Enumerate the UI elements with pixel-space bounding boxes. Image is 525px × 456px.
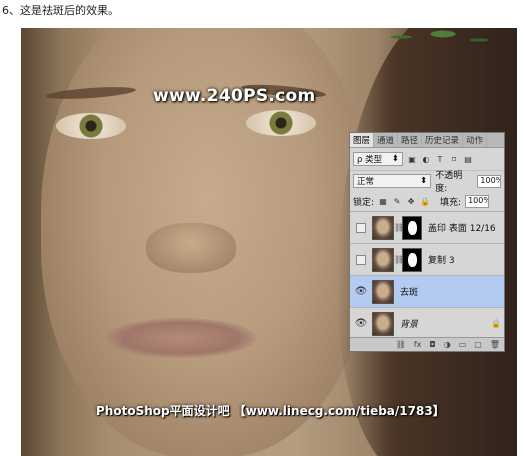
layer-list: ⛓ 盖印 表面 12/16 ⛓ 复制 3 👁 去斑 👁 背景 🔒 (350, 212, 504, 340)
step-caption: 6、这是祛斑后的效果。 (2, 4, 119, 17)
visibility-off-box (356, 254, 366, 265)
link-icon[interactable]: ⛓ (396, 340, 406, 349)
visibility-toggle[interactable] (350, 222, 372, 233)
filter-kind-select[interactable]: ρ 类型 ⬍ (353, 152, 403, 166)
layer-thumbnail (372, 215, 394, 240)
right-eye (246, 110, 316, 136)
eye-icon: 👁 (354, 286, 368, 297)
blend-mode-select[interactable]: 正常 ⬍ (353, 174, 432, 188)
lock-pixels-icon[interactable]: ✎ (392, 196, 402, 206)
mask-link-icon[interactable]: ⛓ (394, 255, 404, 264)
tab-actions[interactable]: 动作 (463, 133, 488, 147)
visibility-off-box (356, 222, 366, 233)
delete-icon[interactable]: 🗑 (490, 340, 500, 349)
new-layer-icon[interactable]: ▢ (474, 340, 482, 349)
tab-channels[interactable]: 通道 (374, 133, 399, 147)
layer-name: 去斑 (400, 288, 419, 298)
panel-tabs: 图层 通道 路径 历史记录 动作 (350, 133, 504, 148)
nose (146, 223, 236, 273)
new-group-icon[interactable]: ▭ (459, 340, 467, 349)
layer-name: 复制 3 (428, 256, 455, 266)
dropdown-arrow-icon: ⬍ (391, 154, 399, 164)
layer-row-stamp[interactable]: ⛓ 盖印 表面 12/16 (350, 212, 504, 244)
opacity-input[interactable]: 100% (477, 174, 501, 188)
adjustment-layer-icon[interactable]: ◑ (444, 340, 451, 349)
layer-thumbnail (372, 279, 394, 304)
flower-crown (377, 28, 497, 52)
fill-label: 填充: (440, 197, 462, 208)
layer-row-despeckle[interactable]: 👁 去斑 (350, 276, 504, 308)
dropdown-arrow-icon: ⬍ (420, 176, 428, 186)
layer-thumbnail (372, 311, 394, 336)
fx-icon[interactable]: fx (414, 340, 422, 349)
layer-name: 背景 (400, 320, 419, 330)
blend-row: 正常 ⬍ 不透明度: 100% (350, 171, 504, 194)
visibility-toggle[interactable] (350, 254, 372, 265)
layers-panel: 图层 通道 路径 历史记录 动作 ρ 类型 ⬍ ▣ ◐ T ⌑ ▤ 正常 ⬍ 不… (349, 132, 505, 352)
lock-row: 锁定: ▦ ✎ ✥ 🔒 填充: 100% (350, 191, 504, 212)
adjustment-filter-icon[interactable]: ◐ (421, 154, 431, 164)
eye-icon: 👁 (354, 318, 368, 329)
filter-kind-value: ρ 类型 (357, 155, 383, 165)
watermark-top: www.240PS.com (153, 86, 316, 106)
lock-transparent-icon[interactable]: ▦ (378, 196, 388, 206)
filter-row: ρ 类型 ⬍ ▣ ◐ T ⌑ ▤ (350, 148, 504, 171)
text-filter-icon[interactable]: T (435, 154, 445, 164)
layer-row-copy3[interactable]: ⛓ 复制 3 (350, 244, 504, 276)
shape-filter-icon[interactable]: ⌑ (449, 154, 459, 164)
tab-history[interactable]: 历史记录 (422, 133, 464, 147)
mask-link-icon[interactable]: ⛓ (394, 223, 404, 232)
tab-paths[interactable]: 路径 (398, 133, 423, 147)
visibility-toggle[interactable]: 👁 (350, 318, 372, 329)
lock-position-icon[interactable]: ✥ (406, 196, 416, 206)
layer-thumbnail (372, 247, 394, 272)
image-filter-icon[interactable]: ▣ (407, 154, 417, 164)
fill-input[interactable]: 100% (465, 194, 490, 208)
layer-mask-thumbnail[interactable] (402, 215, 422, 240)
watermark-bottom: PhotoShop平面设计吧 【www.linecg.com/tieba/178… (96, 404, 445, 418)
smart-object-filter-icon[interactable]: ▤ (463, 154, 473, 164)
layer-name: 盖印 表面 12/16 (428, 224, 496, 234)
visibility-toggle[interactable]: 👁 (350, 286, 372, 297)
blend-mode-value: 正常 (357, 177, 375, 187)
mouth (106, 318, 256, 358)
layer-row-background[interactable]: 👁 背景 🔒 (350, 308, 504, 340)
lock-icon: 🔒 (491, 319, 501, 328)
layer-mask-thumbnail[interactable] (402, 247, 422, 272)
panel-bottom-bar: ⛓ fx ◘ ◑ ▭ ▢ 🗑 (350, 337, 504, 351)
tab-layers[interactable]: 图层 (350, 133, 375, 147)
opacity-label: 不透明度: (435, 171, 463, 194)
add-mask-icon[interactable]: ◘ (429, 340, 435, 349)
lock-label: 锁定: (353, 197, 375, 208)
lock-all-icon[interactable]: 🔒 (420, 196, 430, 206)
left-eye (56, 113, 126, 139)
